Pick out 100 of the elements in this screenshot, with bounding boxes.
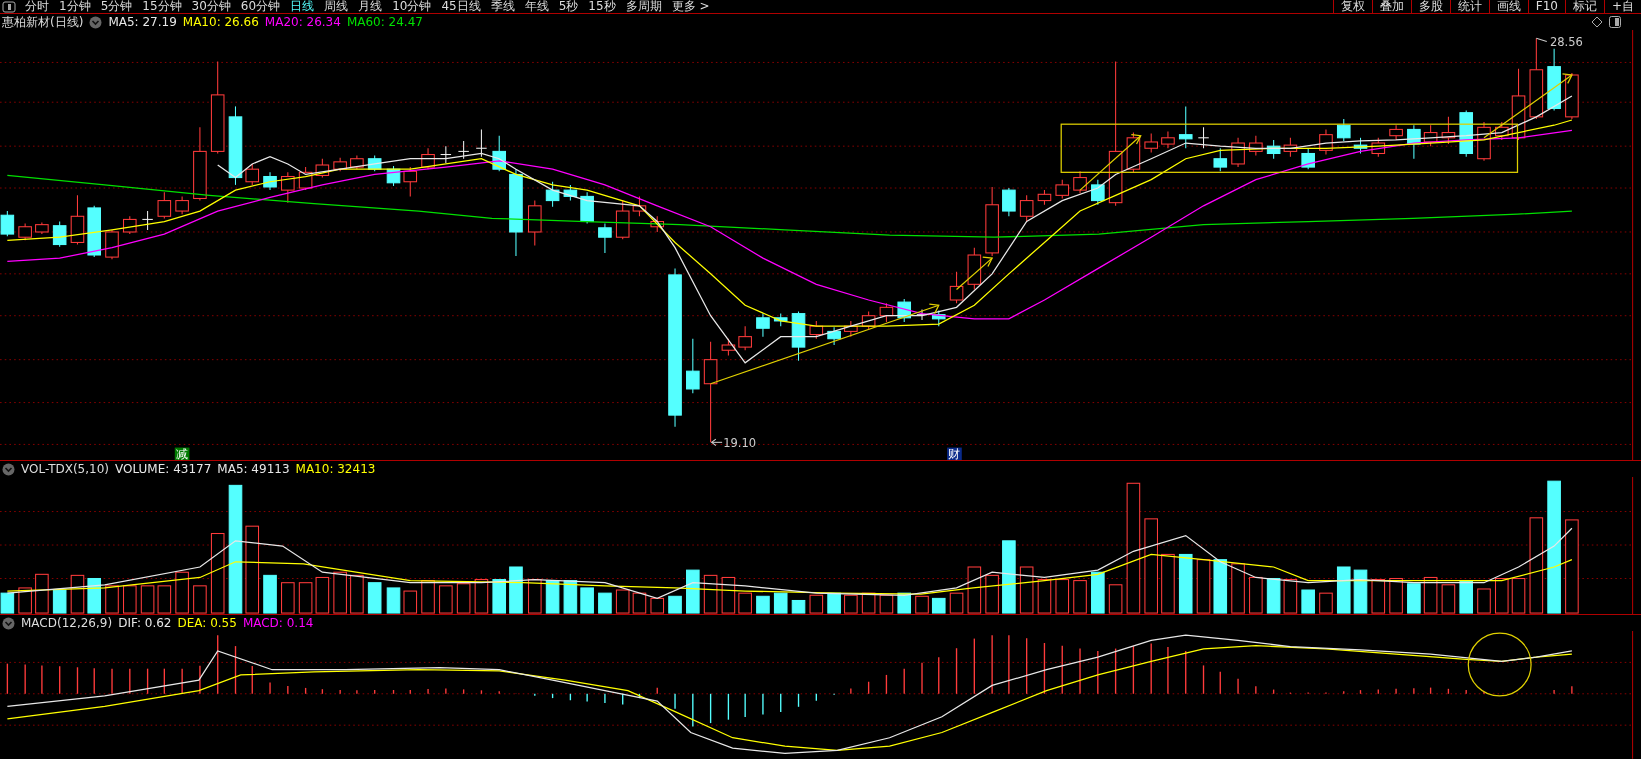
candlestick (35, 222, 49, 235)
candlestick (615, 200, 630, 240)
collapse-icon[interactable] (2, 462, 15, 476)
candlestick (245, 163, 260, 186)
period-tab[interactable]: 1分钟 (54, 0, 96, 13)
period-tab[interactable]: 月线 (353, 0, 388, 13)
indicator-value: MA10: 26.66 (182, 15, 259, 29)
candlestick (52, 221, 67, 248)
candlestick (1407, 124, 1421, 160)
candlestick (545, 181, 560, 208)
candlestick (580, 191, 594, 225)
candlestick (1495, 121, 1509, 141)
candlestick (827, 326, 841, 346)
candlestick (1336, 118, 1351, 142)
trend-arrow (1079, 134, 1142, 191)
period-tab[interactable]: 15秒 (583, 0, 621, 13)
candlestick (440, 145, 452, 164)
candlestick (879, 302, 894, 323)
candlestick (949, 271, 964, 304)
candlestick (1371, 137, 1386, 158)
candlestick (897, 298, 912, 323)
period-tab[interactable]: 多周期 (620, 0, 667, 13)
candlestick (386, 165, 401, 187)
candlestick (1565, 72, 1579, 120)
event-marker[interactable]: 减 (174, 447, 190, 461)
indicator-value: MA5: 27.19 (108, 15, 177, 29)
toolbar-button[interactable]: 画线 (1488, 0, 1528, 13)
period-tab[interactable]: 周线 (319, 0, 354, 13)
candlestick (1073, 170, 1087, 194)
period-tab[interactable]: 5分钟 (95, 0, 138, 13)
toolbar-button[interactable]: F10 (1527, 0, 1565, 13)
indicator-value: MA5: 49113 (217, 462, 290, 477)
candlestick (861, 311, 876, 330)
panel-toggle-icon[interactable] (1609, 16, 1621, 28)
chart-title: MACD(12,26,9) (21, 616, 113, 631)
candlestick (367, 155, 382, 172)
indicator-value: MA20: 26.34 (264, 15, 341, 29)
toolbar-button[interactable]: 叠加 (1371, 0, 1411, 13)
chart-title: 惠柏新材(日线) (2, 13, 84, 31)
toolbar-button[interactable]: 多股 (1410, 0, 1450, 13)
high-price-label: 28.56 (1549, 34, 1583, 49)
panel-icon[interactable] (2, 1, 16, 13)
candlestick (1055, 179, 1070, 199)
candlestick (175, 195, 189, 215)
candlestick (844, 320, 858, 338)
candlestick (1091, 179, 1105, 206)
candlestick (1441, 116, 1456, 145)
candlestick (1319, 128, 1333, 156)
period-tab[interactable]: 10分钟 (387, 0, 437, 13)
candlestick (1389, 124, 1403, 141)
candlestick (1266, 139, 1281, 160)
toolbar-button[interactable]: 标记 (1564, 0, 1604, 13)
toolbar-button[interactable]: 复权 (1332, 0, 1372, 13)
collapse-icon[interactable] (2, 616, 15, 630)
period-tab[interactable]: 60分钟 (235, 0, 286, 13)
candlestick (1423, 124, 1438, 147)
candlestick (563, 184, 578, 202)
low-price-label: 19.10 (723, 435, 757, 450)
toolbar-button[interactable]: +自 (1603, 0, 1641, 13)
candlestick (686, 338, 700, 394)
candlestick (1161, 131, 1175, 149)
candlestick (1547, 48, 1561, 112)
candlestick (281, 171, 295, 204)
candlestick (632, 195, 647, 217)
candlestick (738, 325, 752, 351)
collapse-icon[interactable] (89, 15, 103, 29)
candlestick (157, 191, 172, 219)
candlestick (985, 186, 999, 257)
candlestick (967, 247, 982, 291)
candlestick (1037, 189, 1052, 206)
event-marker[interactable]: 财 (947, 447, 962, 461)
candlestick (756, 313, 770, 338)
candlestick (721, 338, 736, 356)
candlestick (1197, 126, 1210, 149)
indicator-value: DIF: 0.62 (118, 616, 172, 631)
period-tab[interactable]: 日线 (285, 0, 320, 13)
period-tab[interactable]: 5秒 (553, 0, 584, 13)
candlestick (70, 194, 85, 246)
candlestick (598, 223, 612, 254)
indicator-value: MA10: 32413 (295, 462, 376, 477)
leader-line (1535, 37, 1548, 43)
period-tab[interactable]: 30分钟 (186, 0, 236, 13)
period-tab[interactable]: 45日线 (436, 0, 486, 13)
candlestick (791, 311, 806, 362)
period-tab[interactable]: 15分钟 (137, 0, 187, 13)
candlestick (1301, 147, 1315, 170)
period-tab[interactable]: 更多 > (666, 0, 715, 13)
candlestick (1178, 105, 1193, 149)
candlestick (492, 135, 506, 172)
period-tab[interactable]: 季线 (485, 0, 520, 13)
candlestick (315, 158, 330, 179)
chart-title: VOL-TDX(5,10) (21, 462, 110, 477)
indicator-value: DEA: 0.55 (177, 616, 237, 631)
candlestick (528, 200, 542, 247)
candlestick (333, 157, 347, 172)
period-tab[interactable]: 分时 (20, 0, 54, 13)
diamond-icon[interactable] (1591, 16, 1603, 28)
period-tab[interactable]: 年线 (519, 0, 554, 13)
toolbar-button[interactable]: 统计 (1449, 0, 1489, 13)
candlestick (1249, 135, 1263, 157)
